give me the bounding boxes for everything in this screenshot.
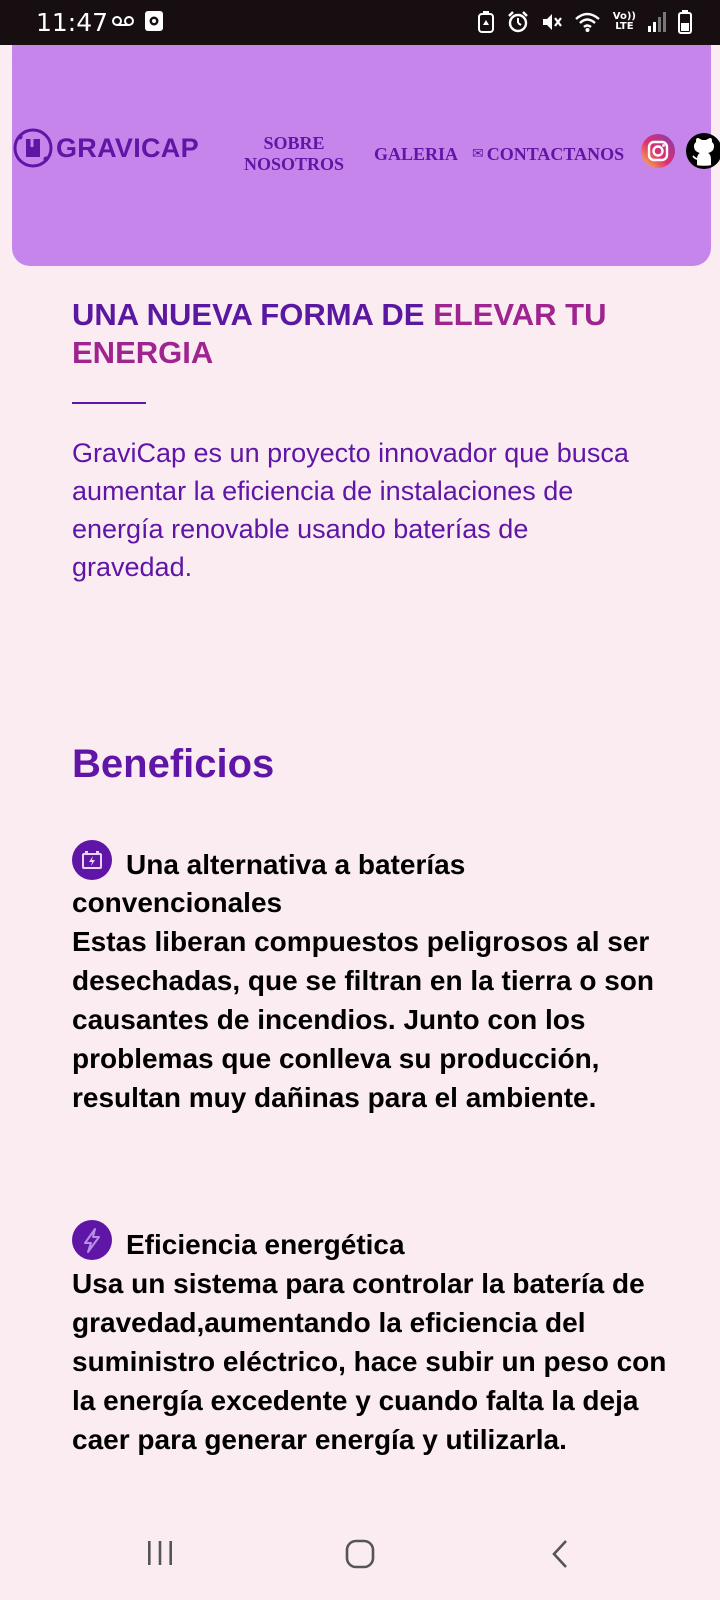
benefit-heading-text: Eficiencia energética	[126, 1229, 405, 1260]
hero-description: GraviCap es un proyecto innovador que bu…	[72, 438, 629, 582]
battery-saver-icon	[477, 11, 494, 33]
benefits-title: Beneficios	[72, 742, 275, 786]
nav-galeria[interactable]: GALERIA	[374, 144, 458, 165]
logo[interactable]: GRAVICAP	[12, 127, 199, 169]
benefit-item: Eficiencia energética Usa un sistema par…	[72, 1220, 672, 1459]
battery-icon	[678, 10, 692, 34]
instagram-icon[interactable]	[640, 133, 676, 169]
lte-icon: Vo)) LTE	[613, 12, 636, 32]
hero-title: UNA NUEVA FORMA DE ELEVAR TU ENERGIA	[72, 296, 672, 372]
nav-contactanos-label: CONTACTANOS	[486, 144, 625, 164]
mute-icon	[542, 14, 562, 30]
nav-header: GRAVICAP SOBRE NOSOTROS GALERIA ✉ CONTAC…	[12, 45, 720, 266]
voicemail-icon	[112, 16, 134, 26]
wifi-icon	[574, 12, 600, 32]
benefit-heading: Eficiencia energética	[72, 1220, 672, 1264]
benefit-item: Una alternativa a baterías convencionale…	[72, 840, 672, 1117]
status-bar: 11:47 Vo)) LTE	[0, 0, 720, 45]
recent-apps-icon[interactable]	[146, 1538, 174, 1568]
nav-sobre-nosotros[interactable]: SOBRE NOSOTROS	[232, 133, 356, 175]
hero-divider	[72, 402, 146, 404]
home-icon[interactable]	[344, 1538, 376, 1570]
benefit-heading-text: Una alternativa a baterías convencionale…	[72, 849, 466, 918]
benefit-body: Estas liberan compuestos peligrosos al s…	[72, 926, 654, 1113]
gravicap-logo-icon	[13, 128, 53, 168]
nav-contactanos[interactable]: ✉ CONTACTANOS	[472, 144, 624, 165]
alarm-icon	[507, 11, 528, 33]
logo-text: GRAVICAP	[56, 132, 199, 163]
hero-title-part1: UNA NUEVA FORMA DE	[72, 297, 434, 332]
github-icon[interactable]	[685, 132, 720, 170]
lightning-icon	[72, 1220, 112, 1260]
signal-icon	[648, 12, 666, 32]
battery-icon	[72, 840, 112, 880]
lte-bottom-text: LTE	[615, 21, 634, 32]
benefit-heading: Una alternativa a baterías convencionale…	[72, 840, 672, 922]
status-time: 11:47	[36, 8, 109, 37]
back-icon[interactable]	[550, 1538, 570, 1570]
benefit-body: Usa un sistema para controlar la batería…	[72, 1268, 667, 1455]
envelope-icon: ✉	[472, 146, 484, 162]
system-navigation-bar	[0, 1520, 720, 1600]
photo-icon	[145, 11, 163, 31]
